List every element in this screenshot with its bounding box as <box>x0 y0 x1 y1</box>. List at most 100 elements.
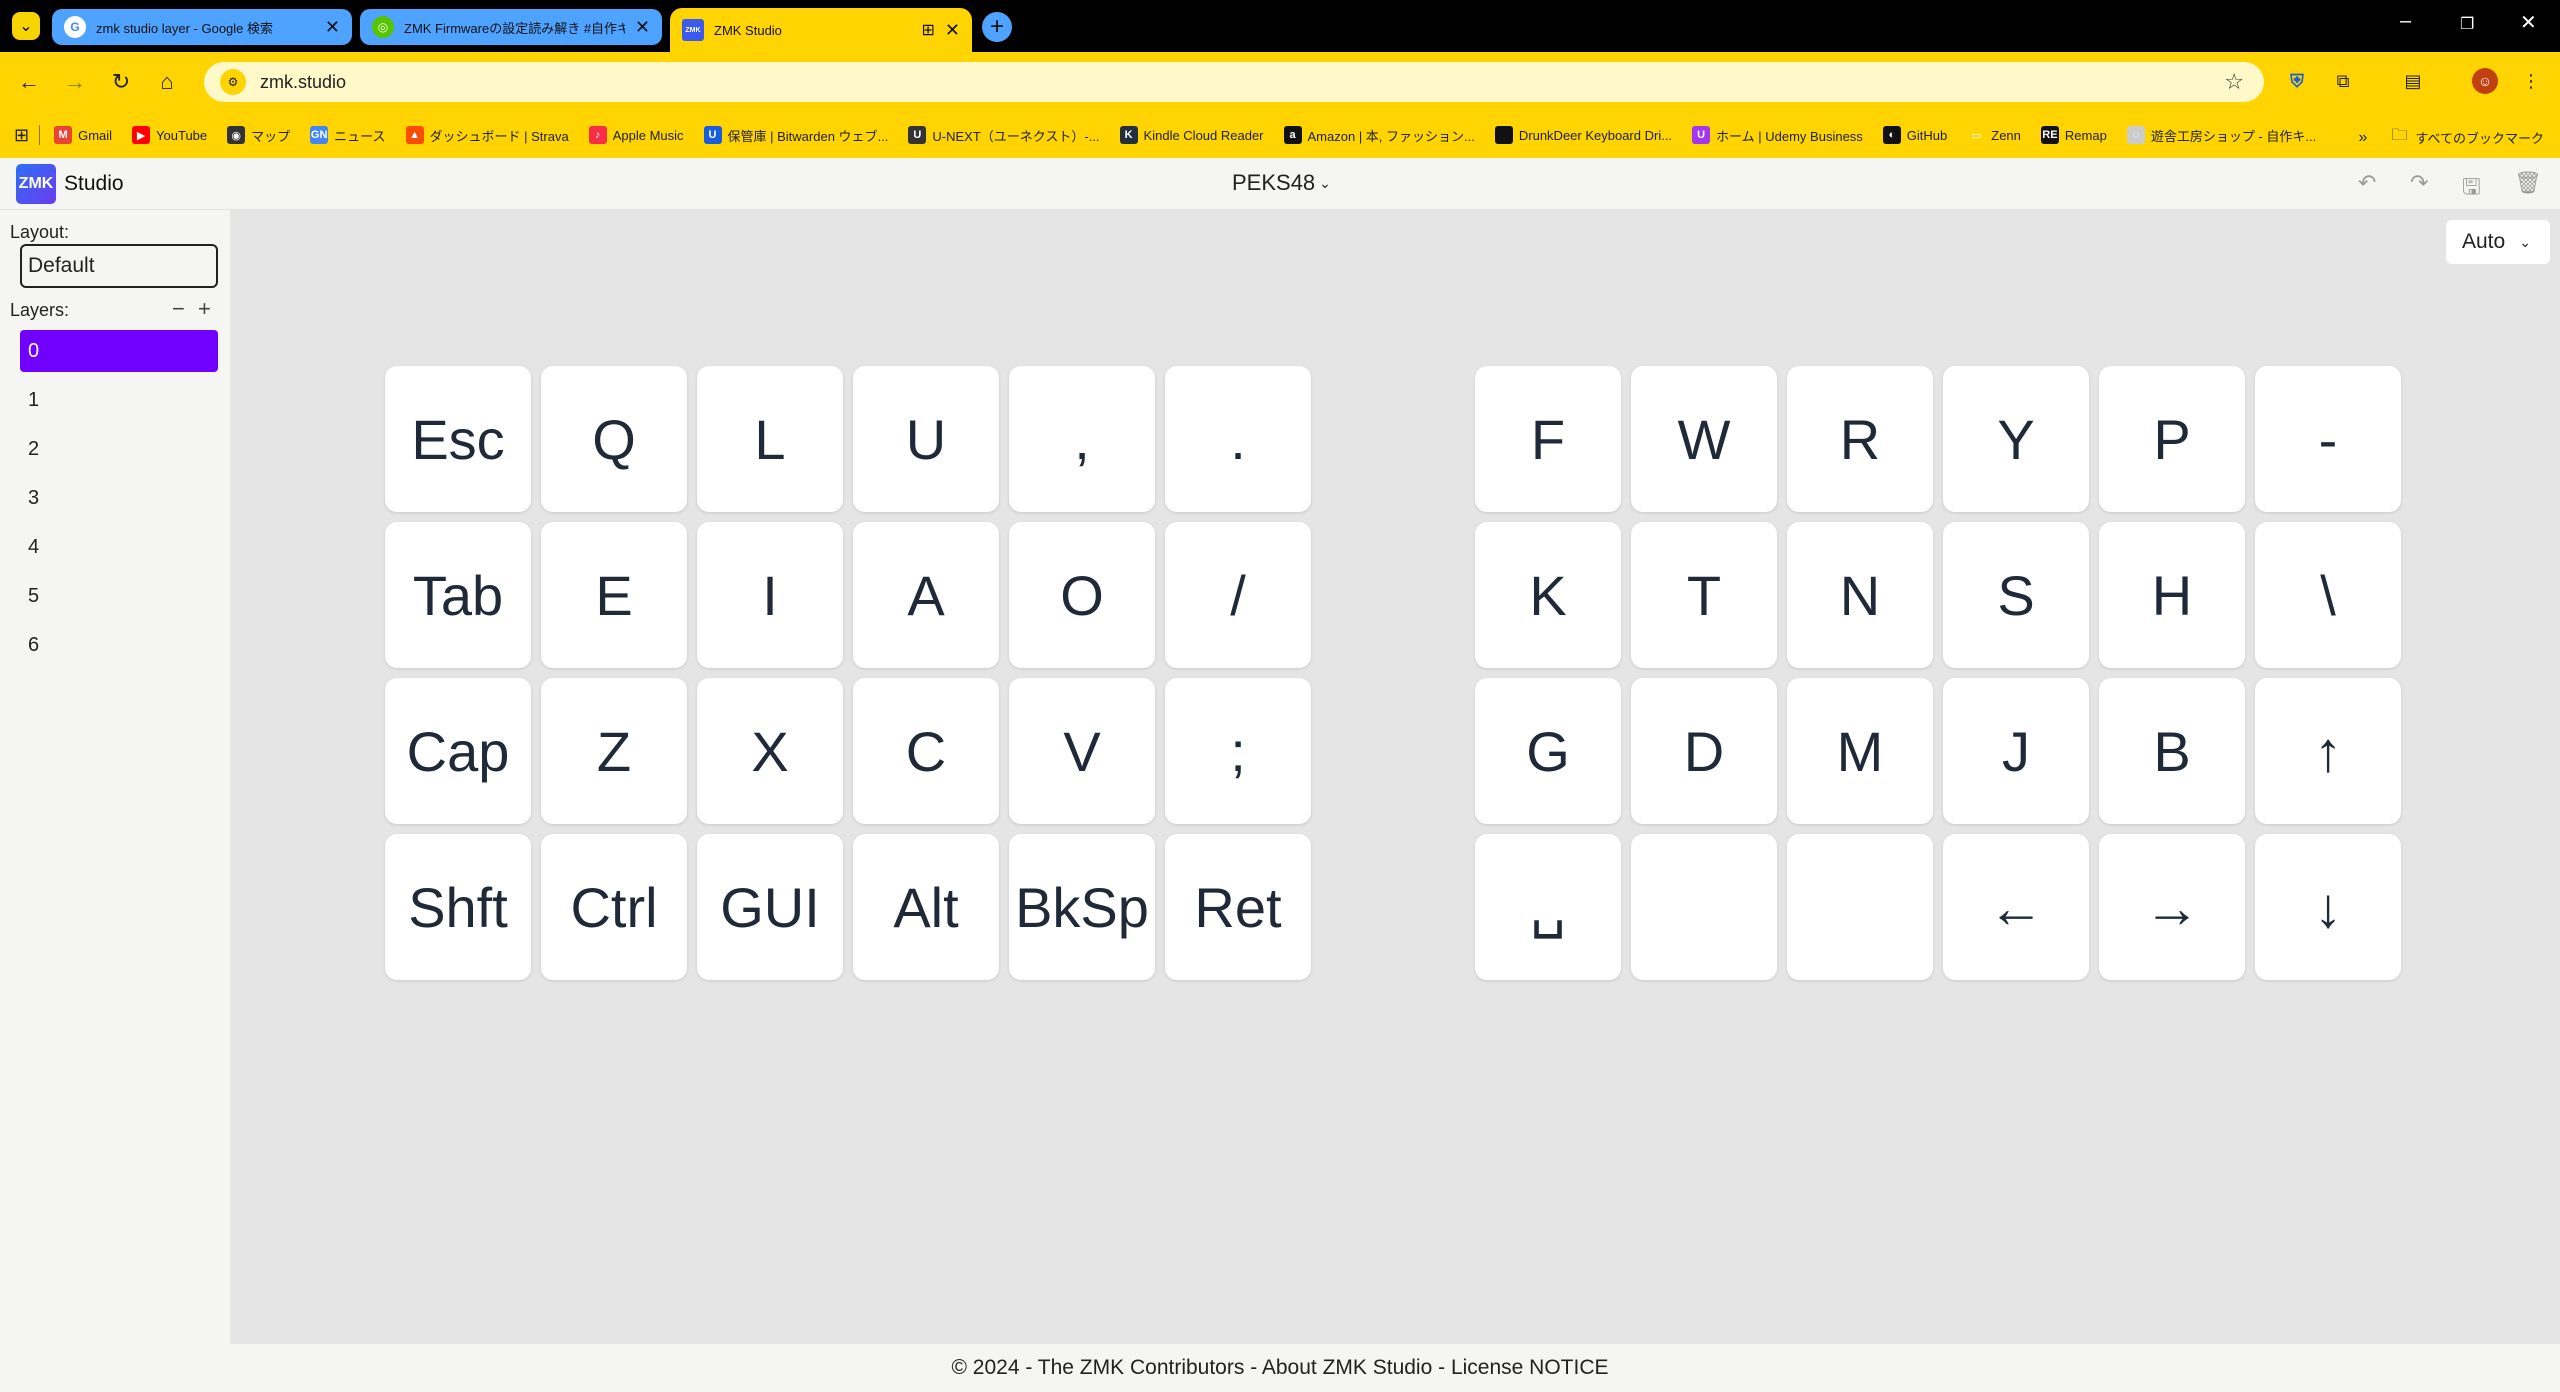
bookmark-item[interactable]: U ホーム | Udemy Business <box>1692 126 1863 145</box>
key-left-r3-c4[interactable]: BkSp <box>1009 834 1155 980</box>
minimize-window-icon[interactable]: – <box>2400 10 2411 33</box>
key-right-r3-c2[interactable] <box>1787 834 1933 980</box>
bitwarden-extension-icon[interactable]: ⛨ <box>2284 68 2310 94</box>
add-layer-button[interactable]: + <box>198 296 211 322</box>
bookmark-item[interactable]: U 保管庫 | Bitwarden ウェブ... <box>703 126 888 145</box>
key-right-r0-c0[interactable]: F <box>1475 366 1621 512</box>
bookmark-item[interactable]: RE Remap <box>2040 126 2107 144</box>
key-right-r3-c0[interactable]: ␣ <box>1475 834 1621 980</box>
key-left-r1-c1[interactable]: E <box>541 522 687 668</box>
key-left-r3-c0[interactable]: Shft <box>385 834 531 980</box>
chrome-menu-icon[interactable]: ⋮ <box>2518 68 2544 94</box>
bookmark-item[interactable]: U U-NEXT（ユーネクスト）-... <box>908 126 1100 145</box>
remove-layer-button[interactable]: − <box>172 296 185 322</box>
key-right-r1-c3[interactable]: S <box>1943 522 2089 668</box>
key-left-r3-c2[interactable]: GUI <box>697 834 843 980</box>
layer-item-3[interactable]: 3 <box>20 477 218 519</box>
close-tab-icon[interactable]: ✕ <box>325 17 340 38</box>
redo-icon[interactable]: ↷ <box>2410 170 2428 196</box>
key-right-r1-c2[interactable]: N <box>1787 522 1933 668</box>
bookmark-item[interactable]: DrunkDeer Keyboard Dri... <box>1494 126 1672 144</box>
key-left-r2-c5[interactable]: ; <box>1165 678 1311 824</box>
key-right-r0-c5[interactable]: - <box>2255 366 2401 512</box>
extensions-puzzle-icon[interactable]: ⧉ <box>2330 68 2356 94</box>
back-arrow-icon[interactable]: ← <box>14 64 44 100</box>
key-right-r0-c2[interactable]: R <box>1787 366 1933 512</box>
tab-search-chevron-icon[interactable]: ⌄ <box>12 12 40 40</box>
bookmark-item[interactable]: ◐ GitHub <box>1882 126 1947 144</box>
key-left-r1-c5[interactable]: / <box>1165 522 1311 668</box>
reading-list-icon[interactable]: ▤ <box>2400 68 2426 94</box>
key-left-r2-c0[interactable]: Cap <box>385 678 531 824</box>
bookmark-item[interactable]: a Amazon | 本, ファッション... <box>1283 126 1475 145</box>
layout-select[interactable]: Default <box>20 244 218 288</box>
keyboard-selector[interactable]: PEKS48 ⌄ <box>1232 170 1331 196</box>
bookmark-item[interactable]: ▭ Zenn <box>1967 126 2021 144</box>
bookmark-item[interactable]: ◌ 遊舎工房ショップ - 自作キ... <box>2126 126 2316 145</box>
key-right-r0-c4[interactable]: P <box>2099 366 2245 512</box>
new-tab-plus-icon[interactable]: + <box>982 12 1012 42</box>
key-right-r3-c5[interactable]: ↓ <box>2255 834 2401 980</box>
key-right-r3-c4[interactable]: → <box>2099 834 2245 980</box>
key-right-r1-c5[interactable]: \ <box>2255 522 2401 668</box>
layer-item-1[interactable]: 1 <box>20 379 218 421</box>
key-right-r2-c0[interactable]: G <box>1475 678 1621 824</box>
close-window-icon[interactable]: ✕ <box>2520 10 2537 35</box>
key-right-r2-c3[interactable]: J <box>1943 678 2089 824</box>
apps-grid-icon[interactable]: ⊞ <box>14 125 29 146</box>
key-left-r2-c1[interactable]: Z <box>541 678 687 824</box>
browser-tab-google[interactable]: G zmk studio layer - Google 検索 ✕ <box>52 9 352 45</box>
tab-audio-cast-icon[interactable]: ⊞ <box>922 20 935 40</box>
key-right-r2-c2[interactable]: M <box>1787 678 1933 824</box>
key-left-r3-c3[interactable]: Alt <box>853 834 999 980</box>
save-icon[interactable]: 🖫 <box>2462 170 2481 208</box>
profile-avatar[interactable]: ☺ <box>2472 68 2498 94</box>
key-left-r1-c0[interactable]: Tab <box>385 522 531 668</box>
key-left-r3-c5[interactable]: Ret <box>1165 834 1311 980</box>
key-right-r1-c1[interactable]: T <box>1631 522 1777 668</box>
layer-item-5[interactable]: 5 <box>20 575 218 617</box>
layer-item-4[interactable]: 4 <box>20 526 218 568</box>
browser-tab-zmk-studio[interactable]: ZMK ZMK Studio ⊞ ✕ <box>670 8 972 52</box>
layer-item-0[interactable]: 0 <box>20 330 218 372</box>
address-bar[interactable]: ⚙ zmk.studio ☆ <box>204 62 2264 102</box>
restore-window-icon[interactable]: ❐ <box>2460 14 2474 34</box>
key-right-r1-c0[interactable]: K <box>1475 522 1621 668</box>
layer-item-2[interactable]: 2 <box>20 428 218 470</box>
key-left-r1-c4[interactable]: O <box>1009 522 1155 668</box>
key-left-r2-c4[interactable]: V <box>1009 678 1155 824</box>
key-right-r1-c4[interactable]: H <box>2099 522 2245 668</box>
key-left-r2-c3[interactable]: C <box>853 678 999 824</box>
bookmark-item[interactable]: ◉ マップ <box>227 126 290 145</box>
bookmark-item[interactable]: ▲ ダッシュボード | Strava <box>405 126 569 145</box>
key-left-r0-c2[interactable]: L <box>697 366 843 512</box>
key-left-r1-c3[interactable]: A <box>853 522 999 668</box>
key-left-r2-c2[interactable]: X <box>697 678 843 824</box>
all-bookmarks-folder[interactable]: » 🗀 すべてのブックマーク <box>2359 124 2545 151</box>
key-right-r2-c5[interactable]: ↑ <box>2255 678 2401 824</box>
key-right-r2-c1[interactable]: D <box>1631 678 1777 824</box>
discard-trash-icon[interactable]: 🗑 <box>2514 170 2542 196</box>
bookmark-item[interactable]: ♪ Apple Music <box>588 126 684 144</box>
key-left-r3-c1[interactable]: Ctrl <box>541 834 687 980</box>
key-right-r0-c1[interactable]: W <box>1631 366 1777 512</box>
key-left-r0-c5[interactable]: . <box>1165 366 1311 512</box>
close-tab-icon[interactable]: ✕ <box>635 17 650 38</box>
bookmark-item[interactable]: K Kindle Cloud Reader <box>1119 126 1264 144</box>
layer-item-6[interactable]: 6 <box>20 624 218 666</box>
browser-tab-qiita[interactable]: ◎ ZMK Firmwareの設定読み解き #自作キ ✕ <box>360 9 662 45</box>
bookmark-item[interactable]: GN ニュース <box>310 126 386 145</box>
undo-icon[interactable]: ↶ <box>2358 170 2376 196</box>
forward-arrow-icon[interactable]: → <box>60 64 90 100</box>
bookmark-star-icon[interactable]: ☆ <box>2224 69 2244 95</box>
bookmark-item[interactable]: ▶ YouTube <box>132 126 207 144</box>
key-left-r0-c0[interactable]: Esc <box>385 366 531 512</box>
reload-icon[interactable]: ↻ <box>106 64 136 100</box>
key-left-r0-c4[interactable]: , <box>1009 366 1155 512</box>
key-left-r1-c2[interactable]: I <box>697 522 843 668</box>
key-left-r0-c1[interactable]: Q <box>541 366 687 512</box>
site-info-icon[interactable]: ⚙ <box>220 69 246 95</box>
home-icon[interactable]: ⌂ <box>152 64 182 100</box>
bookmark-item[interactable]: M Gmail <box>54 126 112 144</box>
bookmarks-overflow-icon[interactable]: » <box>2359 129 2368 147</box>
